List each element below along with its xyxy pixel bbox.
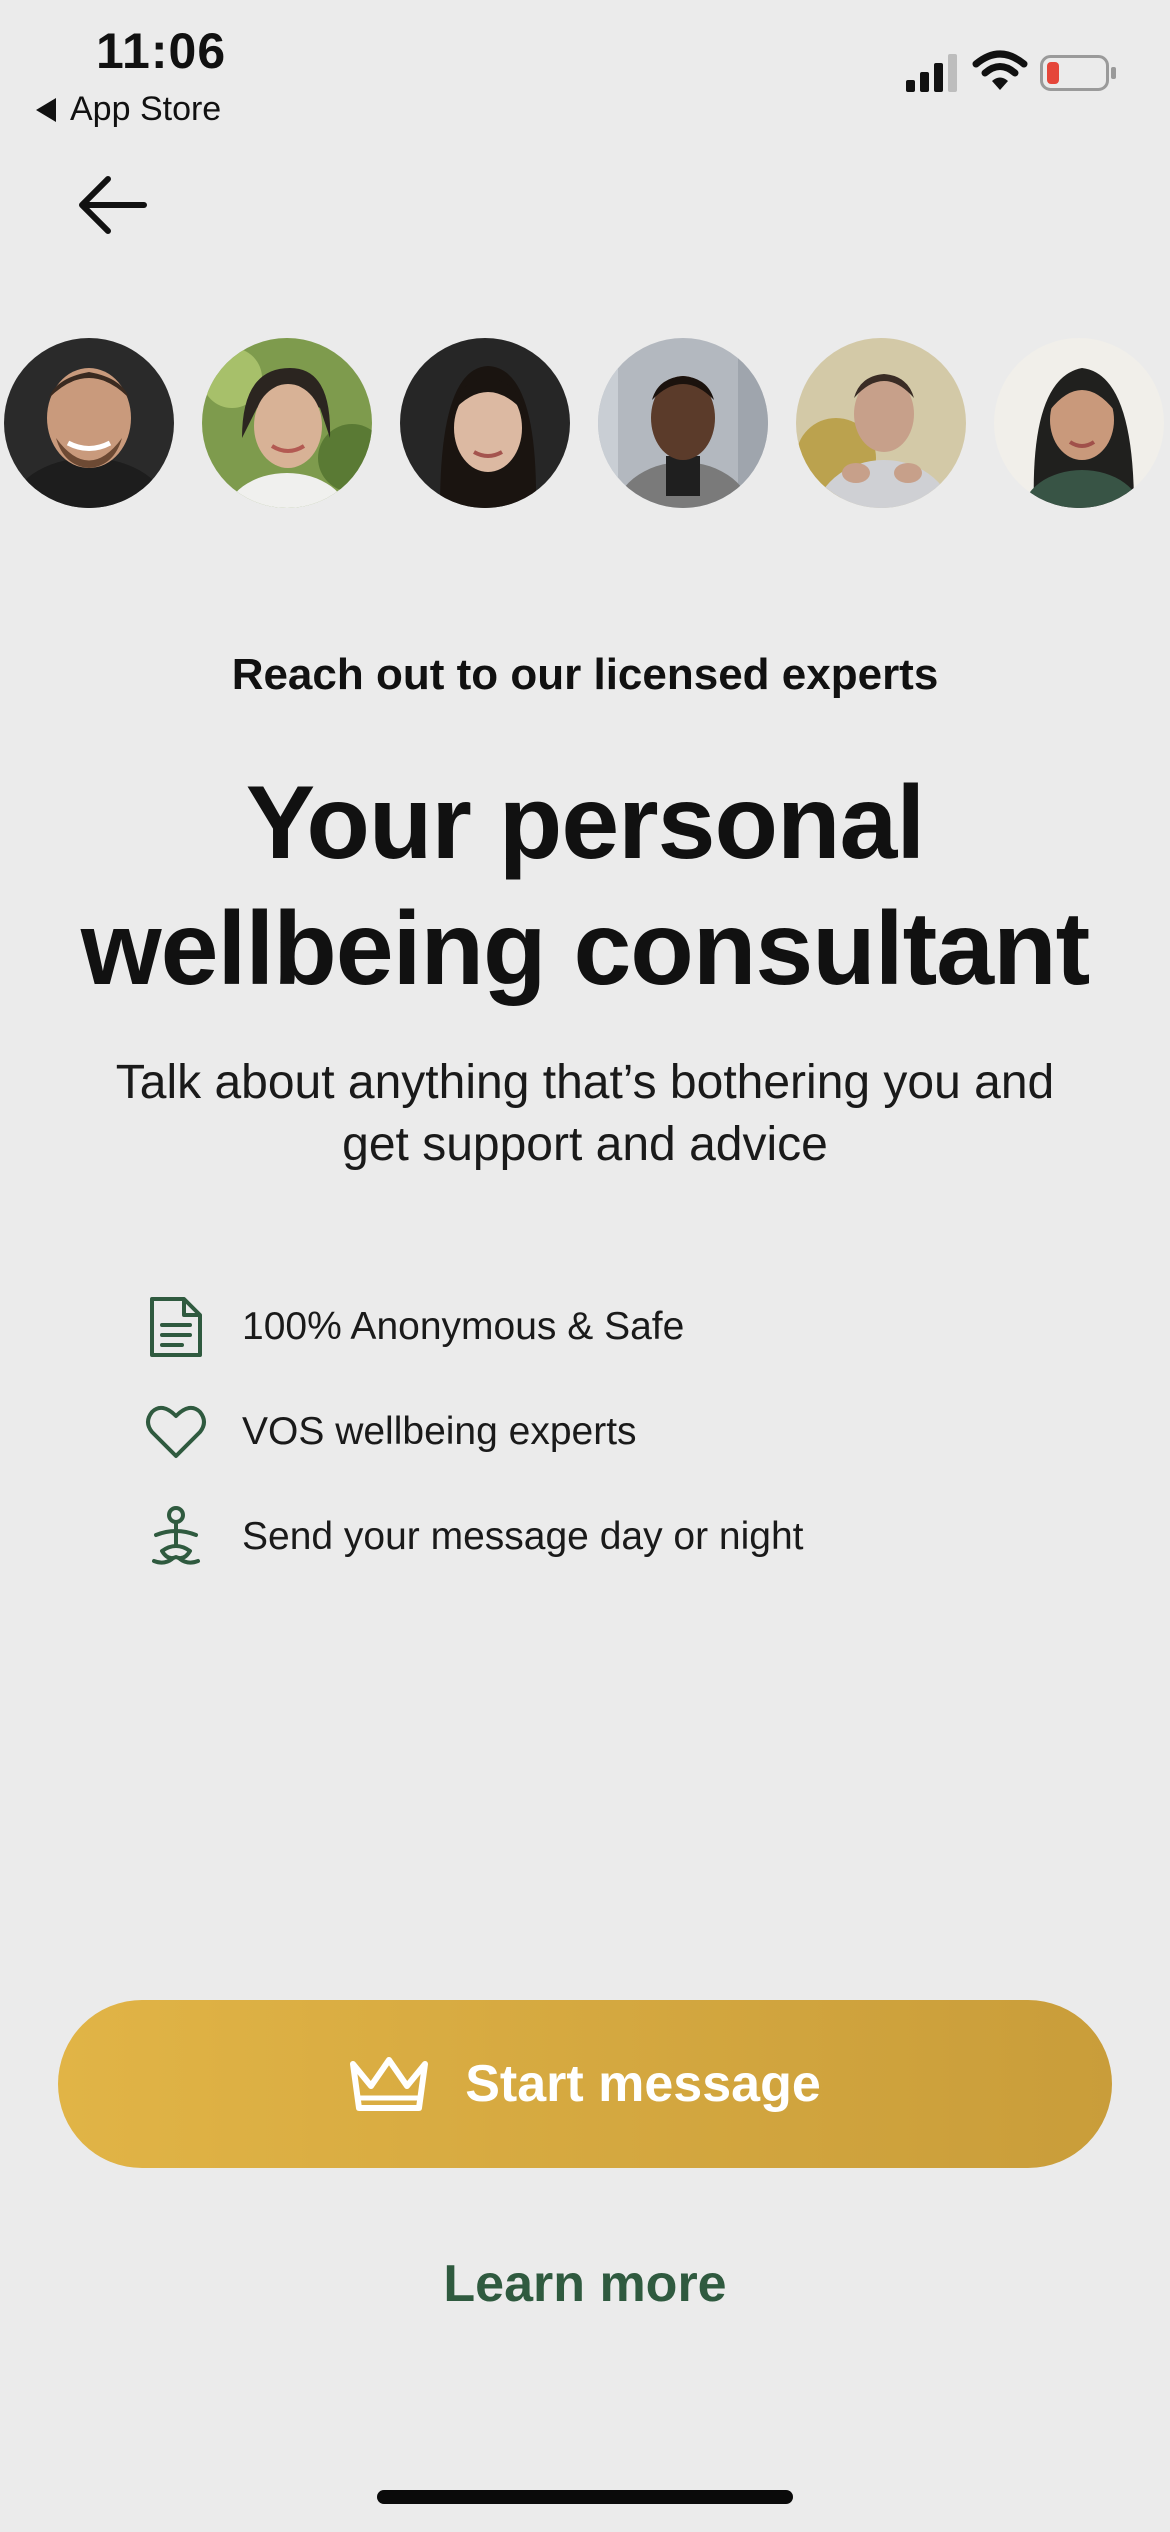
- section-subtitle: Reach out to our licensed experts: [231, 650, 939, 699]
- back-arrow-button[interactable]: [72, 170, 162, 240]
- meditation-icon: [152, 1506, 200, 1565]
- description-line-1: Talk about anything that’s bothering you…: [115, 1056, 1055, 1109]
- description-line-2: get support and advice: [342, 1118, 828, 1171]
- feature-label: 100% Anonymous & Safe: [242, 1305, 685, 1348]
- start-message-button[interactable]: Start message: [58, 2000, 1112, 2168]
- start-message-label: Start message: [465, 2055, 821, 2113]
- crown-icon: [350, 2057, 429, 2111]
- page-title-line-1: Your personal: [245, 765, 926, 881]
- learn-more-link[interactable]: Learn more: [0, 2254, 1170, 2314]
- feature-item: VOS wellbeing experts: [144, 1397, 804, 1467]
- expert-avatar[interactable]: [400, 338, 570, 508]
- expert-avatar[interactable]: [994, 338, 1164, 508]
- feature-label: Send your message day or night: [242, 1515, 804, 1558]
- expert-avatar[interactable]: [4, 338, 174, 508]
- feature-label: VOS wellbeing experts: [242, 1410, 637, 1453]
- experts-avatar-row[interactable]: [0, 338, 1170, 512]
- page-title-line-2: wellbeing consultant: [80, 891, 1091, 1007]
- feature-item: Send your message day or night: [144, 1502, 804, 1572]
- document-icon: [150, 1297, 202, 1357]
- heart-icon: [146, 1405, 206, 1458]
- expert-avatar[interactable]: [598, 338, 768, 508]
- expert-avatar[interactable]: [202, 338, 372, 508]
- home-indicator[interactable]: [377, 2490, 793, 2504]
- wifi-icon: [972, 50, 1028, 97]
- back-to-app-store[interactable]: App Store: [36, 90, 221, 129]
- page-description: Talk about anything that’s bothering you…: [60, 1052, 1110, 1176]
- status-time: 11:06: [96, 23, 227, 79]
- back-app-label: App Store: [70, 90, 222, 128]
- cellular-signal-icon: [906, 54, 962, 99]
- battery-icon: [1040, 55, 1118, 96]
- expert-avatar[interactable]: [796, 338, 966, 508]
- back-triangle-icon: [36, 97, 56, 122]
- page-title: Your personal wellbeing consultant: [40, 760, 1130, 1012]
- feature-list: 100% Anonymous & Safe VOS wellbeing expe…: [144, 1292, 804, 1607]
- arrow-left-icon: [79, 176, 147, 234]
- feature-item: 100% Anonymous & Safe: [144, 1292, 804, 1362]
